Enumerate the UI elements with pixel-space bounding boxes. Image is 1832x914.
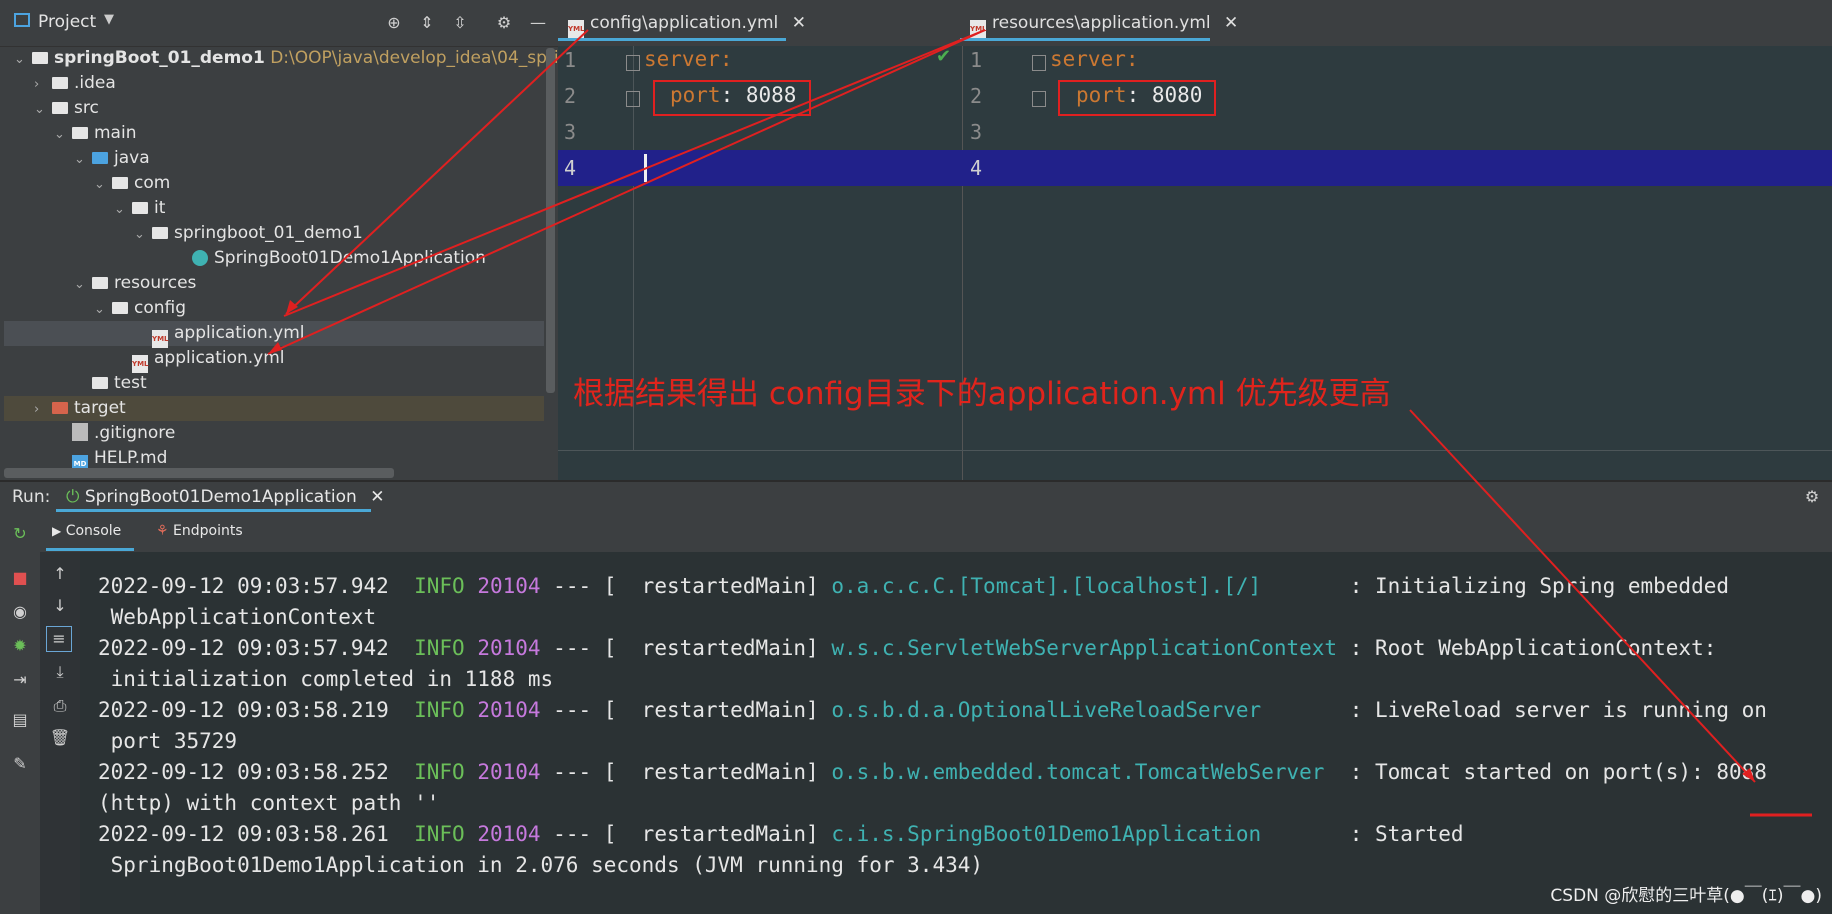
arrow-line xyxy=(267,29,986,355)
annotation-arrows xyxy=(267,29,1812,817)
watermark: CSDN @欣慰的三叶草(●￣(ｴ)￣●) xyxy=(1550,886,1822,906)
arrow-line xyxy=(588,30,836,82)
arrow-line xyxy=(1409,409,1756,783)
arrow-head xyxy=(268,342,282,354)
arrow-line xyxy=(285,29,589,315)
arrow-line xyxy=(283,29,986,317)
